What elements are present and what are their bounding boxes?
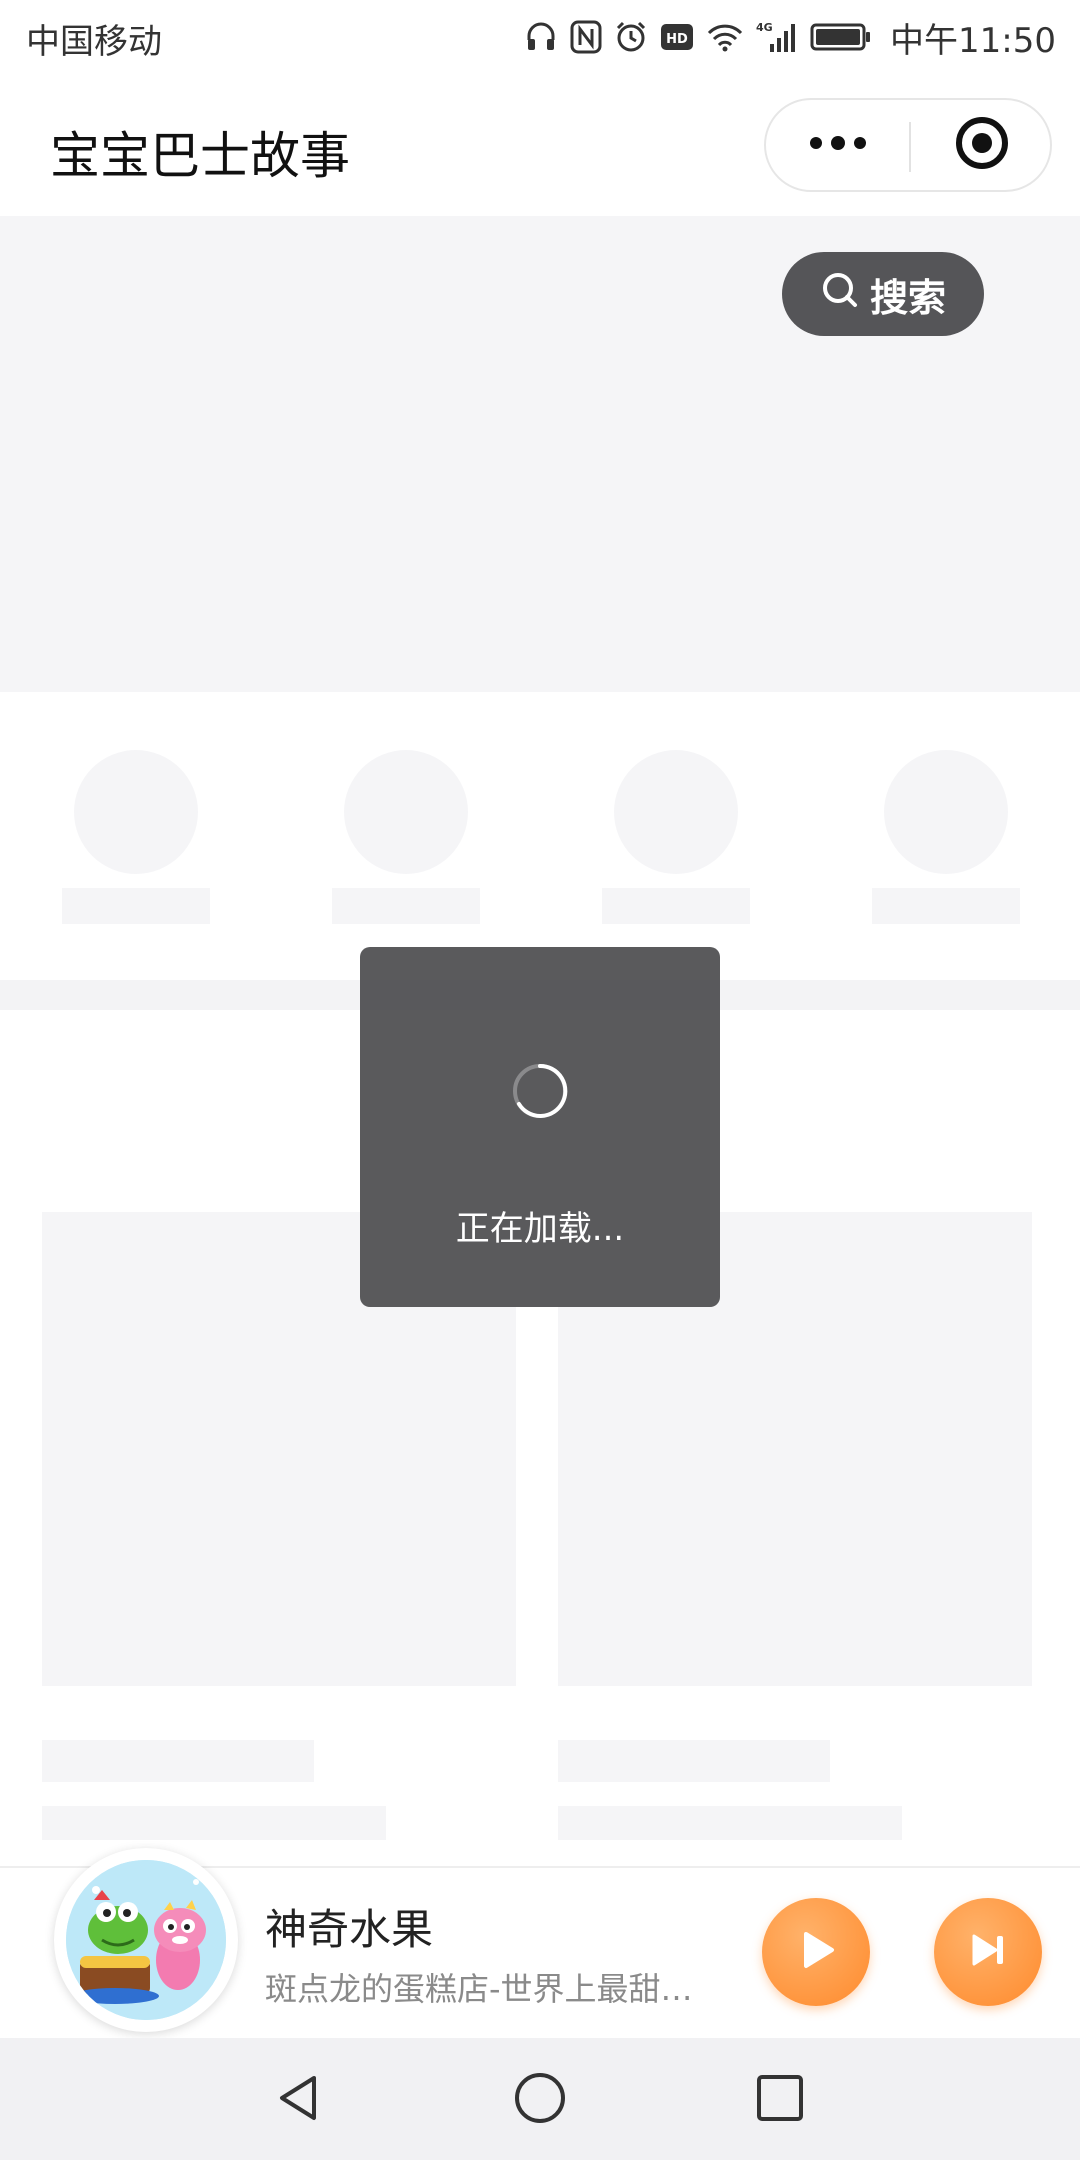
loading-spinner-icon: [513, 1063, 568, 1118]
alarm-icon: [614, 20, 648, 54]
nfc-icon: [570, 20, 602, 54]
category-icon-placeholder: [74, 750, 198, 874]
network-type-label: 4G: [756, 21, 773, 34]
status-time: 中午11:50: [890, 20, 1056, 61]
loading-toast: 正在加载...: [360, 947, 720, 1307]
category-label-placeholder: [62, 888, 210, 924]
category-label-placeholder: [332, 888, 480, 924]
target-icon: [954, 115, 1010, 175]
battery-icon: [810, 22, 872, 52]
page-title: 宝宝巴士故事: [50, 127, 350, 185]
card-title-placeholder: [558, 1740, 830, 1782]
category-label-placeholder: [872, 888, 1020, 924]
carrier-name: 中国移动: [26, 22, 162, 62]
search-label: 搜索: [869, 275, 946, 320]
status-icons: HD 4G 中午11:50: [524, 12, 1056, 62]
svg-text:HD: HD: [666, 32, 688, 47]
search-icon: [820, 270, 860, 319]
home-circle-icon: [512, 2070, 568, 2130]
skip-next-icon: [966, 1928, 1010, 1976]
category-icon-placeholder: [884, 750, 1008, 874]
more-dots-icon: [808, 133, 868, 157]
category-icon-placeholder: [614, 750, 738, 874]
track-subtitle: 斑点龙的蛋糕店-世界上最甜…: [265, 1970, 693, 2008]
loading-text: 正在加载...: [455, 1209, 625, 1249]
recent-apps-button[interactable]: [748, 2068, 812, 2132]
category-label-placeholder: [602, 888, 750, 924]
track-title: 神奇水果: [265, 1905, 434, 1954]
search-button[interactable]: 搜索: [782, 252, 984, 336]
home-button[interactable]: [508, 2068, 572, 2132]
card-title-placeholder: [42, 1740, 314, 1782]
back-button[interactable]: [268, 2068, 332, 2132]
more-button[interactable]: [766, 100, 909, 190]
card-subtitle-placeholder: [558, 1806, 902, 1840]
hd-icon: HD: [660, 22, 694, 52]
mini-player[interactable]: 神奇水果 斑点龙的蛋糕店-世界上最甜…: [0, 1848, 1080, 2038]
system-navigation-bar: [0, 2038, 1080, 2160]
play-button[interactable]: [762, 1898, 870, 2006]
signal-icon: 4G: [756, 20, 798, 54]
navigation-header: 宝宝巴士故事: [0, 76, 1080, 216]
album-art-frame[interactable]: [54, 1848, 238, 2032]
play-icon: [794, 1928, 838, 1976]
album-art: [66, 1860, 226, 2020]
recent-square-icon: [752, 2070, 808, 2130]
back-triangle-icon: [272, 2070, 328, 2130]
category-icon-placeholder: [344, 750, 468, 874]
headset-icon: [524, 20, 558, 54]
wifi-icon: [706, 21, 744, 53]
mini-program-capsule: [764, 98, 1052, 192]
banner-placeholder: 搜索: [0, 216, 1080, 692]
status-bar: 中国移动 HD 4G 中午11:50: [0, 0, 1080, 76]
card-subtitle-placeholder: [42, 1806, 386, 1840]
next-track-button[interactable]: [934, 1898, 1042, 2006]
close-mini-program-button[interactable]: [911, 100, 1052, 190]
